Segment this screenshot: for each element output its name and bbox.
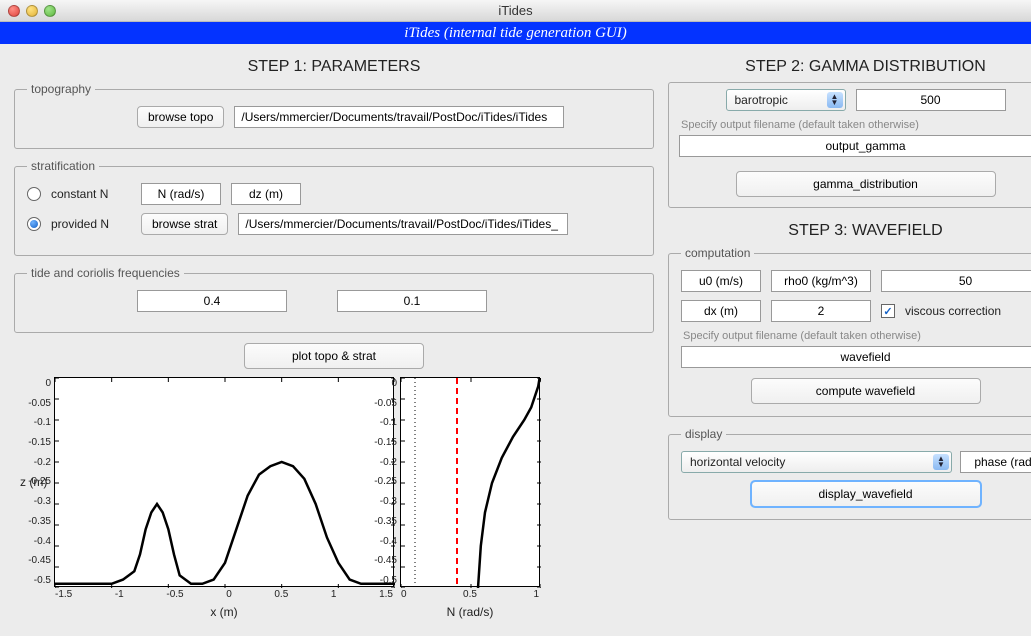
gamma-value-input[interactable]	[856, 89, 1006, 111]
coriolis-freq-input[interactable]	[337, 290, 487, 312]
freq-group: tide and coriolis frequencies	[14, 266, 654, 333]
tide-freq-input[interactable]	[137, 290, 287, 312]
compute-wavefield-button[interactable]: compute wavefield	[751, 378, 981, 404]
chart2-yticks: 0-0.05-0.1-0.15-0.2-0.25-0.3-0.35-0.4-0.…	[367, 378, 397, 586]
display-group: display horizontal velocity ▲▼ display_w…	[668, 427, 1031, 520]
stratification-legend: stratification	[27, 159, 99, 173]
window-title: iTides	[0, 3, 1031, 18]
dx-label-input[interactable]	[681, 300, 761, 322]
chart1-yticks: 0-0.05-0.1-0.15-0.2-0.25-0.3-0.35-0.4-0.…	[21, 378, 51, 586]
display-wavefield-button[interactable]: display_wavefield	[751, 481, 981, 507]
n-input[interactable]	[141, 183, 221, 205]
provided-n-label: provided N	[51, 217, 131, 231]
step2-panel: barotropic ▲▼ Specify output filename (d…	[668, 82, 1031, 208]
gamma-mode-select[interactable]: barotropic ▲▼	[726, 89, 846, 111]
constant-n-radio[interactable]	[27, 187, 41, 201]
freq-legend: tide and coriolis frequencies	[27, 266, 184, 280]
rho0-value-input[interactable]	[881, 270, 1031, 292]
step2-title: STEP 2: GAMMA DISTRIBUTION	[668, 58, 1031, 76]
step3-title: STEP 3: WAVEFIELD	[668, 222, 1031, 240]
updown-icon: ▲▼	[827, 92, 843, 108]
chart2-xlabel: N (rad/s)	[400, 605, 540, 619]
quantity-label: horizontal velocity	[690, 455, 785, 469]
chart1-xticks: -1.5-1-0.500.511.5	[55, 589, 393, 600]
quantity-select[interactable]: horizontal velocity ▲▼	[681, 451, 952, 473]
gamma-hint: Specify output filename (default taken o…	[681, 119, 1031, 131]
titlebar: iTides	[0, 0, 1031, 22]
updown-icon: ▲▼	[933, 454, 949, 470]
viscous-checkbox[interactable]: ✓	[881, 304, 895, 318]
stratification-group: stratification constant N provided N bro…	[14, 159, 654, 256]
topo-chart: 0-0.05-0.1-0.15-0.2-0.25-0.3-0.35-0.4-0.…	[54, 377, 394, 587]
viscous-label: viscous correction	[905, 304, 1001, 318]
phase-input[interactable]	[960, 451, 1031, 473]
gamma-outfile-input[interactable]	[679, 135, 1031, 157]
topography-group: topography browse topo	[14, 82, 654, 149]
strat-chart: 0-0.05-0.1-0.15-0.2-0.25-0.3-0.35-0.4-0.…	[400, 377, 540, 587]
computation-group: computation ✓ viscous correction Specify…	[668, 246, 1031, 417]
wavefield-hint: Specify output filename (default taken o…	[683, 330, 1031, 342]
browse-strat-button[interactable]: browse strat	[141, 213, 228, 235]
topography-legend: topography	[27, 82, 95, 96]
rho0-label-input[interactable]	[771, 270, 871, 292]
plot-button[interactable]: plot topo & strat	[244, 343, 424, 369]
gamma-compute-button[interactable]: gamma_distribution	[736, 171, 996, 197]
dx-value-input[interactable]	[771, 300, 871, 322]
topo-path-input[interactable]	[234, 106, 564, 128]
constant-n-label: constant N	[51, 187, 131, 201]
strat-path-input[interactable]	[238, 213, 568, 235]
display-legend: display	[681, 427, 726, 441]
chart2-xticks: 00.51	[401, 589, 539, 600]
u0-input[interactable]	[681, 270, 761, 292]
browse-topo-button[interactable]: browse topo	[137, 106, 224, 128]
wavefield-outfile-input[interactable]	[681, 346, 1031, 368]
provided-n-radio[interactable]	[27, 217, 41, 231]
computation-legend: computation	[681, 246, 754, 260]
step1-title: STEP 1: PARAMETERS	[14, 58, 654, 76]
chart1-xlabel: x (m)	[54, 605, 394, 619]
dz-input[interactable]	[231, 183, 301, 205]
gamma-mode-label: barotropic	[735, 93, 788, 107]
app-banner: iTides (internal tide generation GUI)	[0, 22, 1031, 44]
